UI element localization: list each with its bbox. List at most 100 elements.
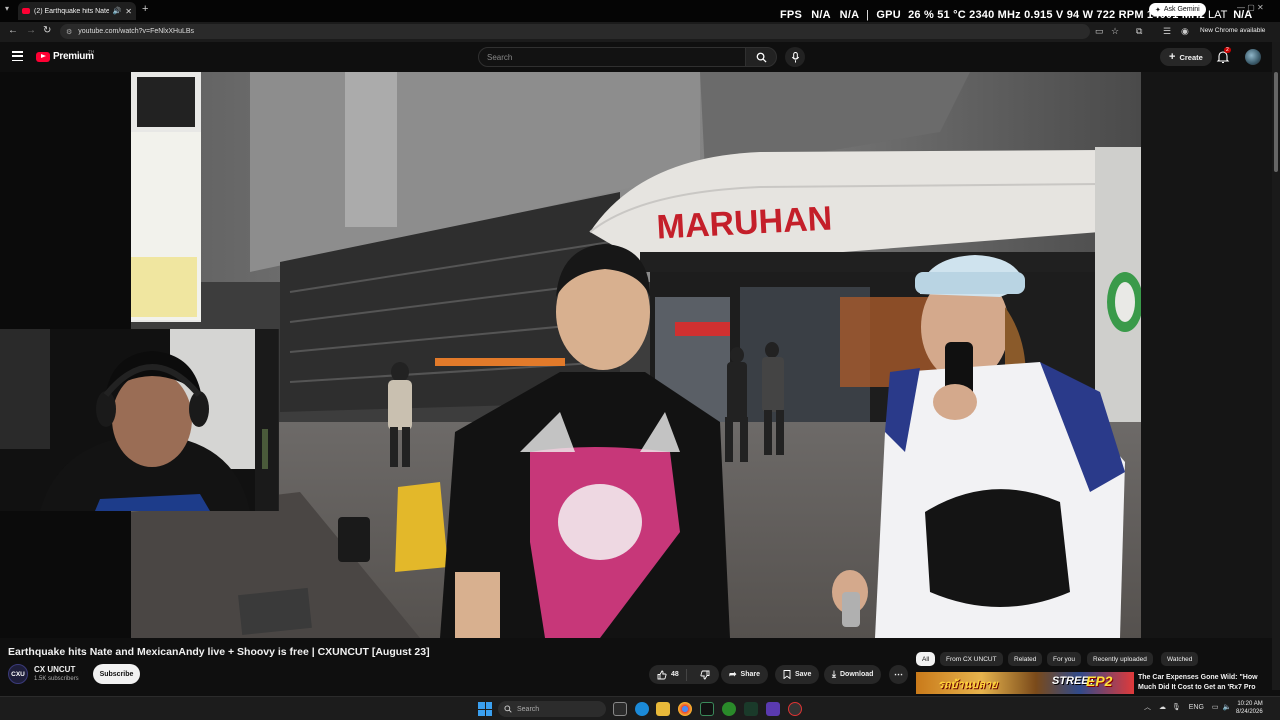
tab-title: (2) Earthquake hits Nate an [34, 7, 109, 15]
download-label: Download [839, 671, 874, 678]
channel-name[interactable]: CX UNCUT [34, 665, 75, 674]
browser-toolbar: ← → ↻ ⚙ youtube.com/watch?v=FeNlxXHuLBs … [0, 22, 1280, 42]
menu-icon[interactable] [12, 51, 23, 61]
youtube-play-icon [36, 51, 50, 62]
subscribe-button[interactable]: Subscribe [93, 664, 140, 684]
volume-icon[interactable]: 🔈 [1222, 704, 1231, 711]
chip-related[interactable]: Related [1008, 652, 1043, 666]
fps-value-1: N/A [811, 9, 831, 21]
account-avatar[interactable] [1245, 49, 1261, 65]
share-icon: ➦ [729, 669, 737, 679]
gemini-icon: ✦ [1155, 6, 1161, 14]
chip-all[interactable]: All [916, 652, 936, 666]
nvidia-app-icon[interactable] [744, 702, 758, 716]
network-icon[interactable]: ☁ [1159, 704, 1166, 711]
save-label: Save [795, 671, 812, 678]
chip-watched[interactable]: Watched [1161, 652, 1199, 666]
youtube-header: Premium TH Search + Create 2 [0, 42, 1280, 72]
edge-browser-icon[interactable] [635, 702, 649, 716]
share-button[interactable]: ➦ Share [721, 665, 769, 684]
more-actions-button[interactable]: ⋯ [889, 665, 908, 684]
dislike-button[interactable] [691, 670, 719, 680]
scrollbar-thumb[interactable] [1274, 72, 1278, 172]
notification-count-badge: 2 [1224, 47, 1231, 53]
forward-icon[interactable]: → [26, 25, 36, 36]
close-tab-icon[interactable]: ✕ [125, 7, 132, 16]
like-dislike-group: 48 [649, 665, 719, 684]
window-controls[interactable]: — ▢ ✕ [1237, 3, 1264, 12]
browser-tab[interactable]: (2) Earthquake hits Nate an 🔊 ✕ [18, 2, 136, 20]
chrome-icon[interactable] [678, 702, 692, 716]
cast-icon[interactable]: ▭ [1095, 26, 1104, 37]
tab-search-icon[interactable]: ▾ [5, 4, 9, 13]
tray-overflow-icon[interactable]: ︿ [1144, 704, 1151, 711]
chip-from-channel[interactable]: From CX UNCUT [940, 652, 1003, 666]
search-icon [756, 52, 767, 63]
share-label: Share [740, 671, 761, 678]
url-text: youtube.com/watch?v=FeNlxXHuLBs [78, 28, 195, 35]
reading-list-icon[interactable]: ☰ [1163, 26, 1171, 37]
voice-search-button[interactable] [785, 47, 805, 67]
address-bar[interactable]: ⚙ youtube.com/watch?v=FeNlxXHuLBs [60, 24, 1090, 39]
logo-country-code: TH [88, 49, 94, 54]
mic-tray-icon[interactable]: 🎙 [1172, 704, 1181, 711]
thumbs-down-icon [700, 670, 710, 679]
taskbar-clock[interactable]: 10:20 AM 8/24/2026 [1236, 700, 1263, 716]
extensions-icon[interactable]: ⧉ [1136, 26, 1142, 37]
new-chrome-available-button[interactable]: New Chrome available [1200, 27, 1265, 34]
new-tab-button[interactable]: + [142, 3, 148, 15]
streamer-webcam [0, 329, 279, 511]
channel-avatar[interactable]: CXU [8, 664, 28, 684]
chip-for-you[interactable]: For you [1047, 652, 1082, 666]
ask-gemini-label: Ask Gemini [1163, 6, 1200, 13]
performance-overlay: FPS N/A N/A | GPU 26 % 51 °C 2340 MHz 0.… [780, 9, 1205, 21]
create-button[interactable]: + Create [1160, 48, 1212, 66]
reload-icon[interactable]: ↻ [43, 25, 51, 36]
taskbar-search-box[interactable]: Search [498, 701, 606, 717]
microphone-icon [791, 51, 799, 63]
taskbar-search-placeholder: Search [517, 705, 540, 713]
obs-icon[interactable] [788, 702, 802, 716]
system-tray[interactable]: ︿ ☁ 🎙 ENG ▭ 🔈 [1144, 702, 1231, 712]
ask-gemini-button[interactable]: ✦ Ask Gemini [1149, 3, 1206, 16]
plus-icon: + [1169, 51, 1176, 63]
thumbnail-text-episode: EP2 [1086, 673, 1113, 689]
like-count: 48 [671, 671, 679, 678]
recommended-video-title[interactable]: The Car Expenses Gone Wild: "How Much Di… [1138, 673, 1258, 692]
search-input[interactable]: Search [478, 47, 746, 67]
save-button[interactable]: Save [775, 665, 820, 684]
download-button[interactable]: ⤓ Download [824, 665, 882, 684]
terminal-icon[interactable] [700, 702, 714, 716]
like-button[interactable]: 48 [649, 668, 687, 681]
search-button[interactable] [745, 47, 777, 67]
lat-label: LAT [1208, 9, 1228, 21]
gpu-label: GPU [876, 9, 901, 21]
clock-time: 10:20 AM [1237, 701, 1263, 707]
subscriber-count: 1.5K subscribers [34, 676, 79, 682]
fps-label: FPS [780, 9, 802, 21]
file-explorer-icon[interactable] [656, 702, 670, 716]
windows-start-icon[interactable] [478, 702, 492, 716]
thumbs-up-icon [657, 670, 667, 679]
create-label: Create [1179, 52, 1203, 62]
profile-icon[interactable]: ◉ [1181, 26, 1189, 37]
webcam-frame [0, 329, 278, 511]
windows-taskbar: Search ︿ ☁ 🎙 ENG ▭ 🔈 10:20 AM 8/24/2026 [0, 696, 1280, 720]
download-icon: ⤓ [832, 669, 836, 679]
site-info-icon[interactable]: ⚙ [66, 28, 72, 36]
browser-tab-strip: ▾ (2) Earthquake hits Nate an 🔊 ✕ + FPS … [0, 0, 1280, 22]
bookmark-icon [783, 670, 791, 679]
bookmark-star-icon[interactable]: ☆ [1111, 26, 1119, 37]
chip-recently-uploaded[interactable]: Recently uploaded [1087, 652, 1153, 666]
thumbnail-text-thai: รถบ้านปลาย [938, 679, 998, 691]
task-view-icon[interactable] [613, 702, 627, 716]
video-title: Earthquake hits Nate and MexicanAndy liv… [8, 646, 430, 658]
wifi-icon[interactable]: ▭ [1212, 704, 1219, 711]
language-indicator[interactable]: ENG [1189, 704, 1204, 711]
xbox-icon[interactable] [722, 702, 736, 716]
youtube-premium-logo[interactable]: Premium TH [36, 49, 94, 62]
discord-icon[interactable] [766, 702, 780, 716]
back-icon[interactable]: ← [8, 25, 18, 36]
youtube-favicon-icon [22, 8, 30, 14]
recommended-video-thumbnail[interactable]: รถบ้านปลาย STREET EP2 [916, 672, 1134, 694]
